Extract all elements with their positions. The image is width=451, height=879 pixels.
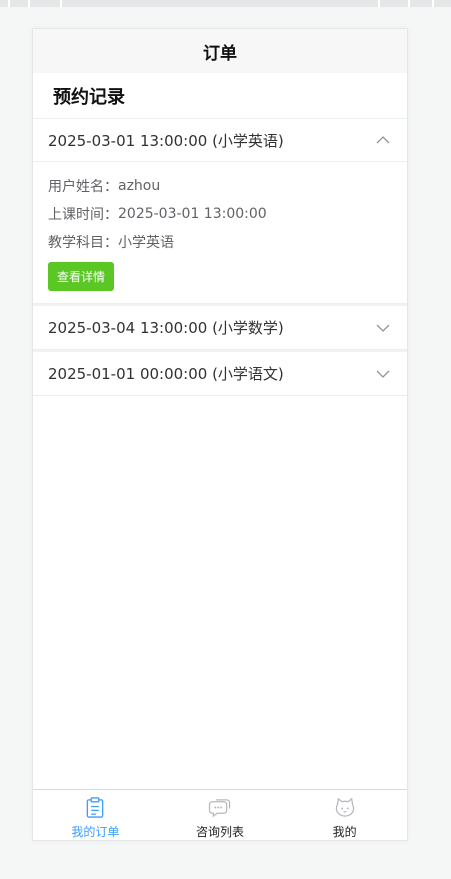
tab-my-orders[interactable]: 我的订单 <box>33 790 158 840</box>
user-value: azhou <box>118 178 161 194</box>
order-item: 2025-03-04 13:00:00 (小学数学) <box>33 306 407 350</box>
nav-bar: 订单 <box>33 29 407 73</box>
strip-divider <box>8 0 10 7</box>
tab-label: 咨询列表 <box>196 825 245 839</box>
page-title: 订单 <box>203 43 237 64</box>
browser-top-strip <box>0 0 451 7</box>
strip-divider <box>28 0 30 7</box>
chat-icon <box>208 799 231 818</box>
clipboard-icon <box>87 797 104 818</box>
tab-consult-list[interactable]: 咨询列表 <box>158 790 283 840</box>
detail-row-user: 用户姓名： azhou <box>48 172 392 200</box>
tab-bar: 我的订单 咨询列表 我的 <box>33 789 407 840</box>
detail-row-time: 上课时间： 2025-03-01 13:00:00 <box>48 200 392 228</box>
strip-divider <box>408 0 410 7</box>
tab-label: 我的订单 <box>71 825 120 839</box>
strip-divider <box>378 0 380 7</box>
detail-row-subject: 教学科目： 小学英语 <box>48 228 392 256</box>
tab-mine[interactable]: 我的 <box>282 790 407 840</box>
subject-value: 小学英语 <box>118 235 174 251</box>
order-header-text: 2025-01-01 00:00:00 (小学语文) <box>48 365 284 383</box>
chevron-down-icon <box>375 366 391 382</box>
order-header[interactable]: 2025-03-04 13:00:00 (小学数学) <box>33 306 407 349</box>
order-header-text: 2025-03-04 13:00:00 (小学数学) <box>48 319 284 337</box>
order-item: 2025-01-01 00:00:00 (小学语文) <box>33 352 407 396</box>
user-label: 用户姓名： <box>48 179 118 195</box>
order-header[interactable]: 2025-01-01 00:00:00 (小学语文) <box>33 352 407 395</box>
chevron-up-icon <box>375 132 391 148</box>
subject-label: 教学科目： <box>48 235 118 251</box>
time-value: 2025-03-01 13:00:00 <box>118 206 267 222</box>
order-details: 用户姓名： azhou 上课时间： 2025-03-01 13:00:00 教学… <box>33 162 407 303</box>
chevron-down-icon <box>375 320 391 336</box>
strip-divider <box>432 0 434 7</box>
tab-label: 我的 <box>332 825 357 839</box>
strip-divider <box>60 0 62 7</box>
time-label: 上课时间： <box>48 207 118 223</box>
order-header-text: 2025-03-01 13:00:00 (小学英语) <box>48 131 284 150</box>
view-details-button[interactable]: 查看详情 <box>48 262 115 291</box>
section-title-text: 预约记录 <box>53 86 125 108</box>
phone-frame: 订单 预约记录 2025-03-01 13:00:00 (小学英语) 用户姓名：… <box>32 28 408 841</box>
section-title: 预约记录 <box>33 73 407 119</box>
cat-face-icon <box>335 797 354 817</box>
order-header[interactable]: 2025-03-01 13:00:00 (小学英语) <box>33 119 407 162</box>
order-item: 2025-03-01 13:00:00 (小学英语) 用户姓名： azhou 上… <box>33 119 407 304</box>
